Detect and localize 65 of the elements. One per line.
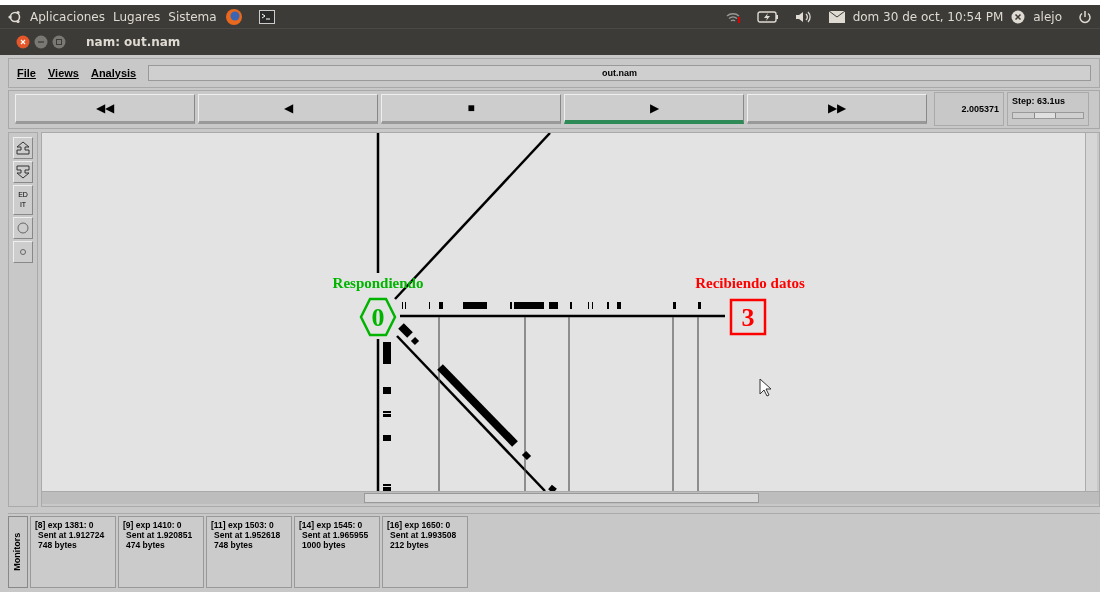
- user-name[interactable]: alejo: [1033, 7, 1062, 26]
- browser-icon[interactable]: [224, 7, 243, 26]
- monitor-text: Sent at 1.952618: [213, 530, 282, 541]
- monitor-panel[interactable]: [8] exp 1381: 0 Sent at 1.912724 748 bytes: [30, 516, 116, 589]
- monitors-tab[interactable]: Monitors: [8, 516, 28, 589]
- menu-item[interactable]: File: [17, 64, 36, 82]
- node-tool-button[interactable]: [13, 241, 33, 263]
- monitor-text: 1000 bytes: [301, 540, 347, 551]
- monitors-label: Monitors: [11, 533, 24, 572]
- transport-button[interactable]: ▶: [564, 94, 744, 125]
- menu-item[interactable]: Views: [47, 64, 79, 82]
- circle-icon: [20, 249, 26, 255]
- monitor-text: Sent at 1.993508: [389, 530, 458, 541]
- node-label: Recibiendo datos: [695, 275, 805, 291]
- window-title: nam: out.nam: [86, 34, 181, 51]
- transport-button[interactable]: ◀◀: [15, 94, 195, 125]
- monitor-text: [11] exp 1503: 0: [211, 520, 275, 531]
- hexagon-node[interactable]: [359, 297, 397, 337]
- circle-icon: [17, 222, 29, 234]
- monitor-text: Sent at 1.912724: [37, 530, 106, 541]
- clock-text[interactable]: dom 30 de oct, 10:54 PM: [852, 7, 1004, 26]
- monitor-text: 212 bytes: [389, 540, 430, 551]
- user-status-icon[interactable]: [1011, 9, 1026, 24]
- power-icon[interactable]: [1078, 9, 1092, 24]
- mail-icon[interactable]: [828, 10, 845, 23]
- panel-menu[interactable]: Sistema: [168, 7, 217, 26]
- terminal-icon[interactable]: [258, 9, 275, 24]
- transport-button[interactable]: ■: [381, 94, 561, 125]
- monitor-text: [16] exp 1650: 0: [387, 520, 452, 531]
- monitor-text: [8] exp 1381: 0: [35, 520, 95, 531]
- square-node[interactable]: [729, 298, 767, 336]
- monitor-panel[interactable]: [11] exp 1503: 0 Sent at 1.952618 748 bytes: [206, 516, 292, 589]
- close-icon[interactable]: [16, 35, 30, 49]
- monitor-text: [9] exp 1410: 0: [123, 520, 183, 531]
- file-name-field: out.nam: [148, 64, 1091, 81]
- monitor-text: Sent at 1.965955: [301, 530, 370, 541]
- monitor-text: [14] exp 1545: 0: [299, 520, 364, 531]
- monitor-text: Sent at 1.920851: [125, 530, 194, 541]
- zoom-out-tool-button[interactable]: [13, 161, 33, 183]
- monitor-panel[interactable]: [14] exp 1545: 0 Sent at 1.965955 1000 bytes: [294, 516, 380, 589]
- monitor-panel[interactable]: [16] exp 1650: 0 Sent at 1.993508 212 bytes: [382, 516, 468, 589]
- transport-button[interactable]: ▶▶: [747, 94, 927, 125]
- node-tool-button[interactable]: [13, 217, 33, 239]
- monitor-text: 748 bytes: [213, 540, 254, 551]
- panel-menu[interactable]: Lugares: [112, 7, 161, 26]
- time-display: 2.005371: [934, 92, 1004, 127]
- step-slider[interactable]: [1012, 111, 1084, 119]
- vertical-scrollbar[interactable]: [1085, 133, 1097, 491]
- node-number: 3: [741, 303, 755, 332]
- panel-menu[interactable]: Aplicaciones: [30, 7, 105, 26]
- node-number: 0: [371, 303, 385, 332]
- monitor-text: 748 bytes: [37, 540, 78, 551]
- maximize-icon[interactable]: [52, 35, 66, 49]
- horizontal-scrollbar[interactable]: [42, 491, 1099, 504]
- slider-thumb[interactable]: [1033, 112, 1056, 118]
- scrollbar-thumb[interactable]: [364, 493, 759, 503]
- monitor-panel[interactable]: [9] exp 1410: 0 Sent at 1.920851 474 bytes: [118, 516, 204, 589]
- volume-icon[interactable]: [794, 9, 813, 24]
- zoom-in-tool-button[interactable]: [13, 137, 33, 159]
- menu-item[interactable]: Analysis: [90, 64, 137, 82]
- monitor-text: 474 bytes: [125, 540, 166, 551]
- battery-icon[interactable]: [756, 10, 779, 23]
- cursor-icon: [759, 378, 772, 397]
- transport-button[interactable]: ◀: [198, 94, 378, 125]
- step-label: Step: 63.1us: [1012, 95, 1067, 109]
